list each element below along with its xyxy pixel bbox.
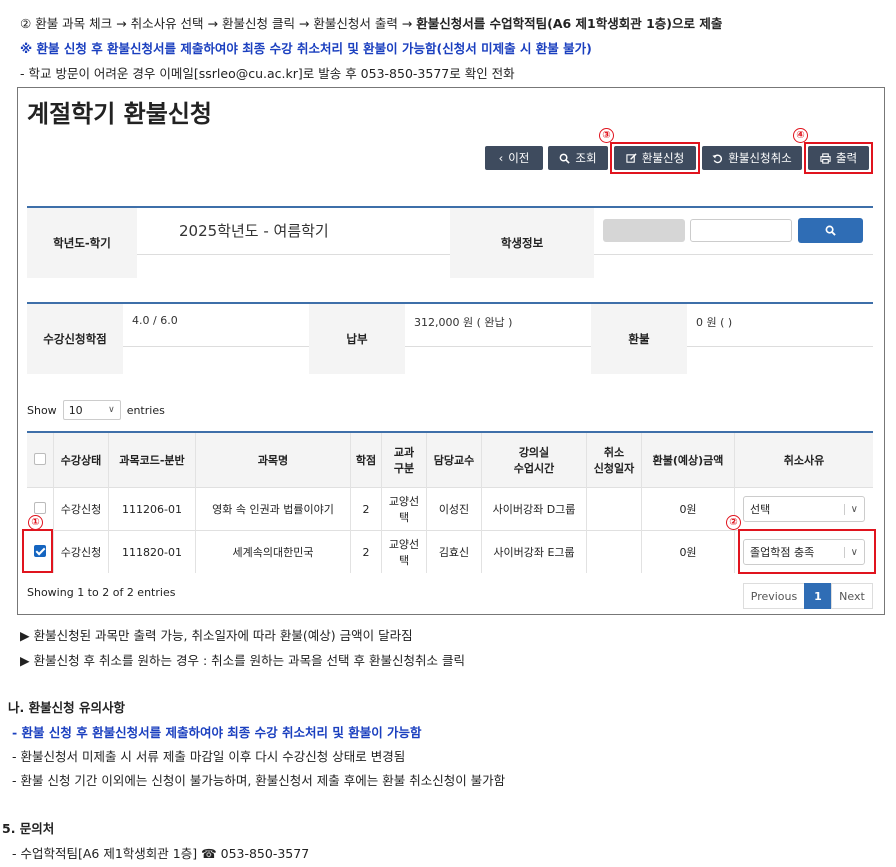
section-na-title: 나. 환불신청 유의사항 — [8, 700, 125, 715]
reason-select[interactable]: 선택 ∨ — [743, 496, 865, 522]
form2-top-border — [27, 302, 873, 304]
cell-professor: 김효신 — [426, 530, 482, 573]
cell-status: 수강신청 — [53, 487, 109, 531]
header-code: 과목코드-분반 — [108, 431, 196, 488]
highlight-reason — [738, 529, 876, 574]
divider — [405, 346, 591, 347]
step2-line: ② 환불 과목 체크 → 취소사유 선택 → 환불신청 클릭 → 환불신청서 출… — [20, 13, 722, 32]
cell-room: 사이버강좌 E그룹 — [481, 530, 587, 573]
prev-button[interactable]: ‹ 이전 — [485, 146, 543, 170]
student-id-field[interactable] — [603, 219, 685, 242]
payment-label: 납부 — [309, 304, 405, 374]
undo-icon — [712, 154, 723, 163]
marker-3: ③ — [599, 128, 614, 143]
cell-cancel-date — [586, 530, 642, 573]
chevron-left-icon: ‹ — [498, 151, 504, 165]
cell-credit: 2 — [350, 530, 382, 573]
header-amount: 환불(예상)금액 — [641, 431, 735, 488]
student-search-button[interactable] — [798, 218, 863, 243]
table-header-row: 수강상태 과목코드-분반 과목명 학점 교과 구분 담당교수 강의실 수업시간 … — [27, 431, 873, 488]
chevron-down-icon: ∨ — [843, 503, 858, 515]
cell-type: 교양선택 — [381, 530, 427, 573]
cell-type: 교양선택 — [381, 487, 427, 531]
step2-bold-text: 환불신청서를 수업학적팀(A6 제1학생회관 1층)으로 제출 — [416, 16, 723, 31]
highlight-checkbox — [22, 529, 53, 573]
year-value: 2025학년도 - 여름학기 — [179, 222, 329, 240]
highlight-print — [804, 142, 873, 174]
refund-label: 환불 — [591, 304, 687, 374]
step2-text: 환불 과목 체크 → 취소사유 선택 → 환불신청 클릭 → 환불신청서 출력 … — [35, 16, 417, 31]
note-cancel-refund: ▶ 환불신청 후 취소를 원하는 경우 : 취소를 원하는 과목을 선택 후 환… — [20, 653, 465, 668]
header-status: 수강상태 — [53, 431, 109, 488]
credit-value: 4.0 / 6.0 — [132, 314, 178, 327]
search-icon — [560, 153, 571, 164]
contact-line: - 수업학적팀[A6 제1학생회관 1층] ☎ 053-850-3577 — [12, 846, 310, 861]
year-label: 학년도-학기 — [27, 208, 137, 278]
section-na-item2: - 환불신청서 미제출 시 서류 제출 마감일 이후 다시 수강신청 상태로 변… — [12, 749, 406, 764]
header-name: 과목명 — [195, 431, 351, 488]
header-reason: 취소사유 — [734, 431, 873, 488]
marker-4: ④ — [793, 128, 808, 143]
divider — [137, 254, 450, 255]
table-row: 수강신청 111206-01 영화 속 인권과 법률이야기 2 교양선택 이성진… — [27, 487, 873, 531]
cell-room: 사이버강좌 D그룹 — [481, 487, 587, 531]
show-prefix: Show — [27, 403, 57, 417]
refund-value: 0 원 ( ) — [696, 316, 733, 329]
cell-name: 세계속의대한민국 — [195, 530, 351, 573]
email-note: - 학교 방문이 어려운 경우 이메일[ssrleo@cu.ac.kr]로 발송… — [20, 66, 515, 81]
next-page-button[interactable]: Next — [831, 583, 873, 609]
marker-1: ① — [28, 515, 43, 530]
cell-name: 영화 속 인권과 법률이야기 — [195, 487, 351, 531]
section-na-item3: - 환불 신청 기간 이외에는 신청이 불가능하며, 환불신청서 제출 후에는 … — [12, 773, 506, 788]
note-print-only: ▶ 환불신청된 과목만 출력 가능, 취소일자에 따라 환불(예상) 금액이 달… — [20, 628, 413, 643]
table-info: Showing 1 to 2 of 2 entries — [27, 586, 176, 599]
payment-value: 312,000 원 ( 완납 ) — [414, 316, 513, 329]
refund-screen: 계절학기 환불신청 ‹ 이전 조회 환불신청 환불신청취소 출력 ③ ④ 학년도-… — [17, 87, 885, 615]
marker-2: ② — [726, 515, 741, 530]
contact-title: 5. 문의처 — [2, 821, 55, 836]
divider — [123, 346, 309, 347]
page-length-select[interactable]: 10 ∨ — [62, 400, 121, 420]
section-na-item1: - 환불 신청 후 환불신청서를 제출하여야 최종 수강 취소처리 및 환불이 … — [12, 725, 422, 740]
header-type: 교과 구분 — [381, 431, 427, 488]
search-button[interactable]: 조회 — [548, 146, 608, 170]
header-cancel-date: 취소 신청일자 — [586, 431, 642, 488]
cell-cancel-date — [586, 487, 642, 531]
cell-professor: 이성진 — [426, 487, 482, 531]
show-suffix: entries — [126, 403, 165, 417]
cell-status: 수강신청 — [53, 530, 109, 573]
page-length-value: 10 — [68, 403, 83, 417]
chevron-down-icon: ∨ — [108, 405, 115, 415]
cell-amount: 0원 — [641, 487, 735, 531]
select-all-checkbox[interactable] — [34, 452, 46, 465]
search-label: 조회 — [575, 151, 597, 165]
refund-cancel-label: 환불신청취소 — [728, 151, 792, 165]
page-title: 계절학기 환불신청 — [27, 100, 212, 128]
divider — [594, 254, 873, 255]
refund-cancel-button[interactable]: 환불신청취소 — [702, 146, 802, 170]
credit-label: 수강신청학점 — [27, 304, 123, 374]
cell-reason: 선택 ∨ — [734, 487, 873, 531]
row-checkbox[interactable] — [34, 501, 46, 514]
cell-code: 111820-01 — [108, 530, 196, 573]
header-room: 강의실 수업시간 — [481, 431, 587, 488]
search-icon — [825, 225, 836, 236]
notice-blue: ※ 환불 신청 후 환불신청서를 제출하여야 최종 수강 취소처리 및 환불이 … — [20, 41, 592, 56]
header-checkbox-cell — [27, 431, 54, 488]
page-length-control: Show 10 ∨ entries — [27, 400, 165, 420]
cell-amount: 0원 — [641, 530, 735, 573]
highlight-apply — [610, 142, 700, 174]
header-credit: 학점 — [350, 431, 382, 488]
page-1-button[interactable]: 1 — [804, 583, 832, 609]
divider — [687, 346, 873, 347]
header-professor: 담당교수 — [426, 431, 482, 488]
reason-value: 선택 — [750, 503, 771, 516]
previous-page-button[interactable]: Previous — [743, 583, 805, 609]
prev-label: 이전 — [508, 151, 530, 165]
step2-number: ② — [20, 16, 32, 31]
student-name-field[interactable] — [690, 219, 792, 242]
cell-code: 111206-01 — [108, 487, 196, 531]
student-info-label: 학생정보 — [450, 208, 594, 278]
cell-credit: 2 — [350, 487, 382, 531]
